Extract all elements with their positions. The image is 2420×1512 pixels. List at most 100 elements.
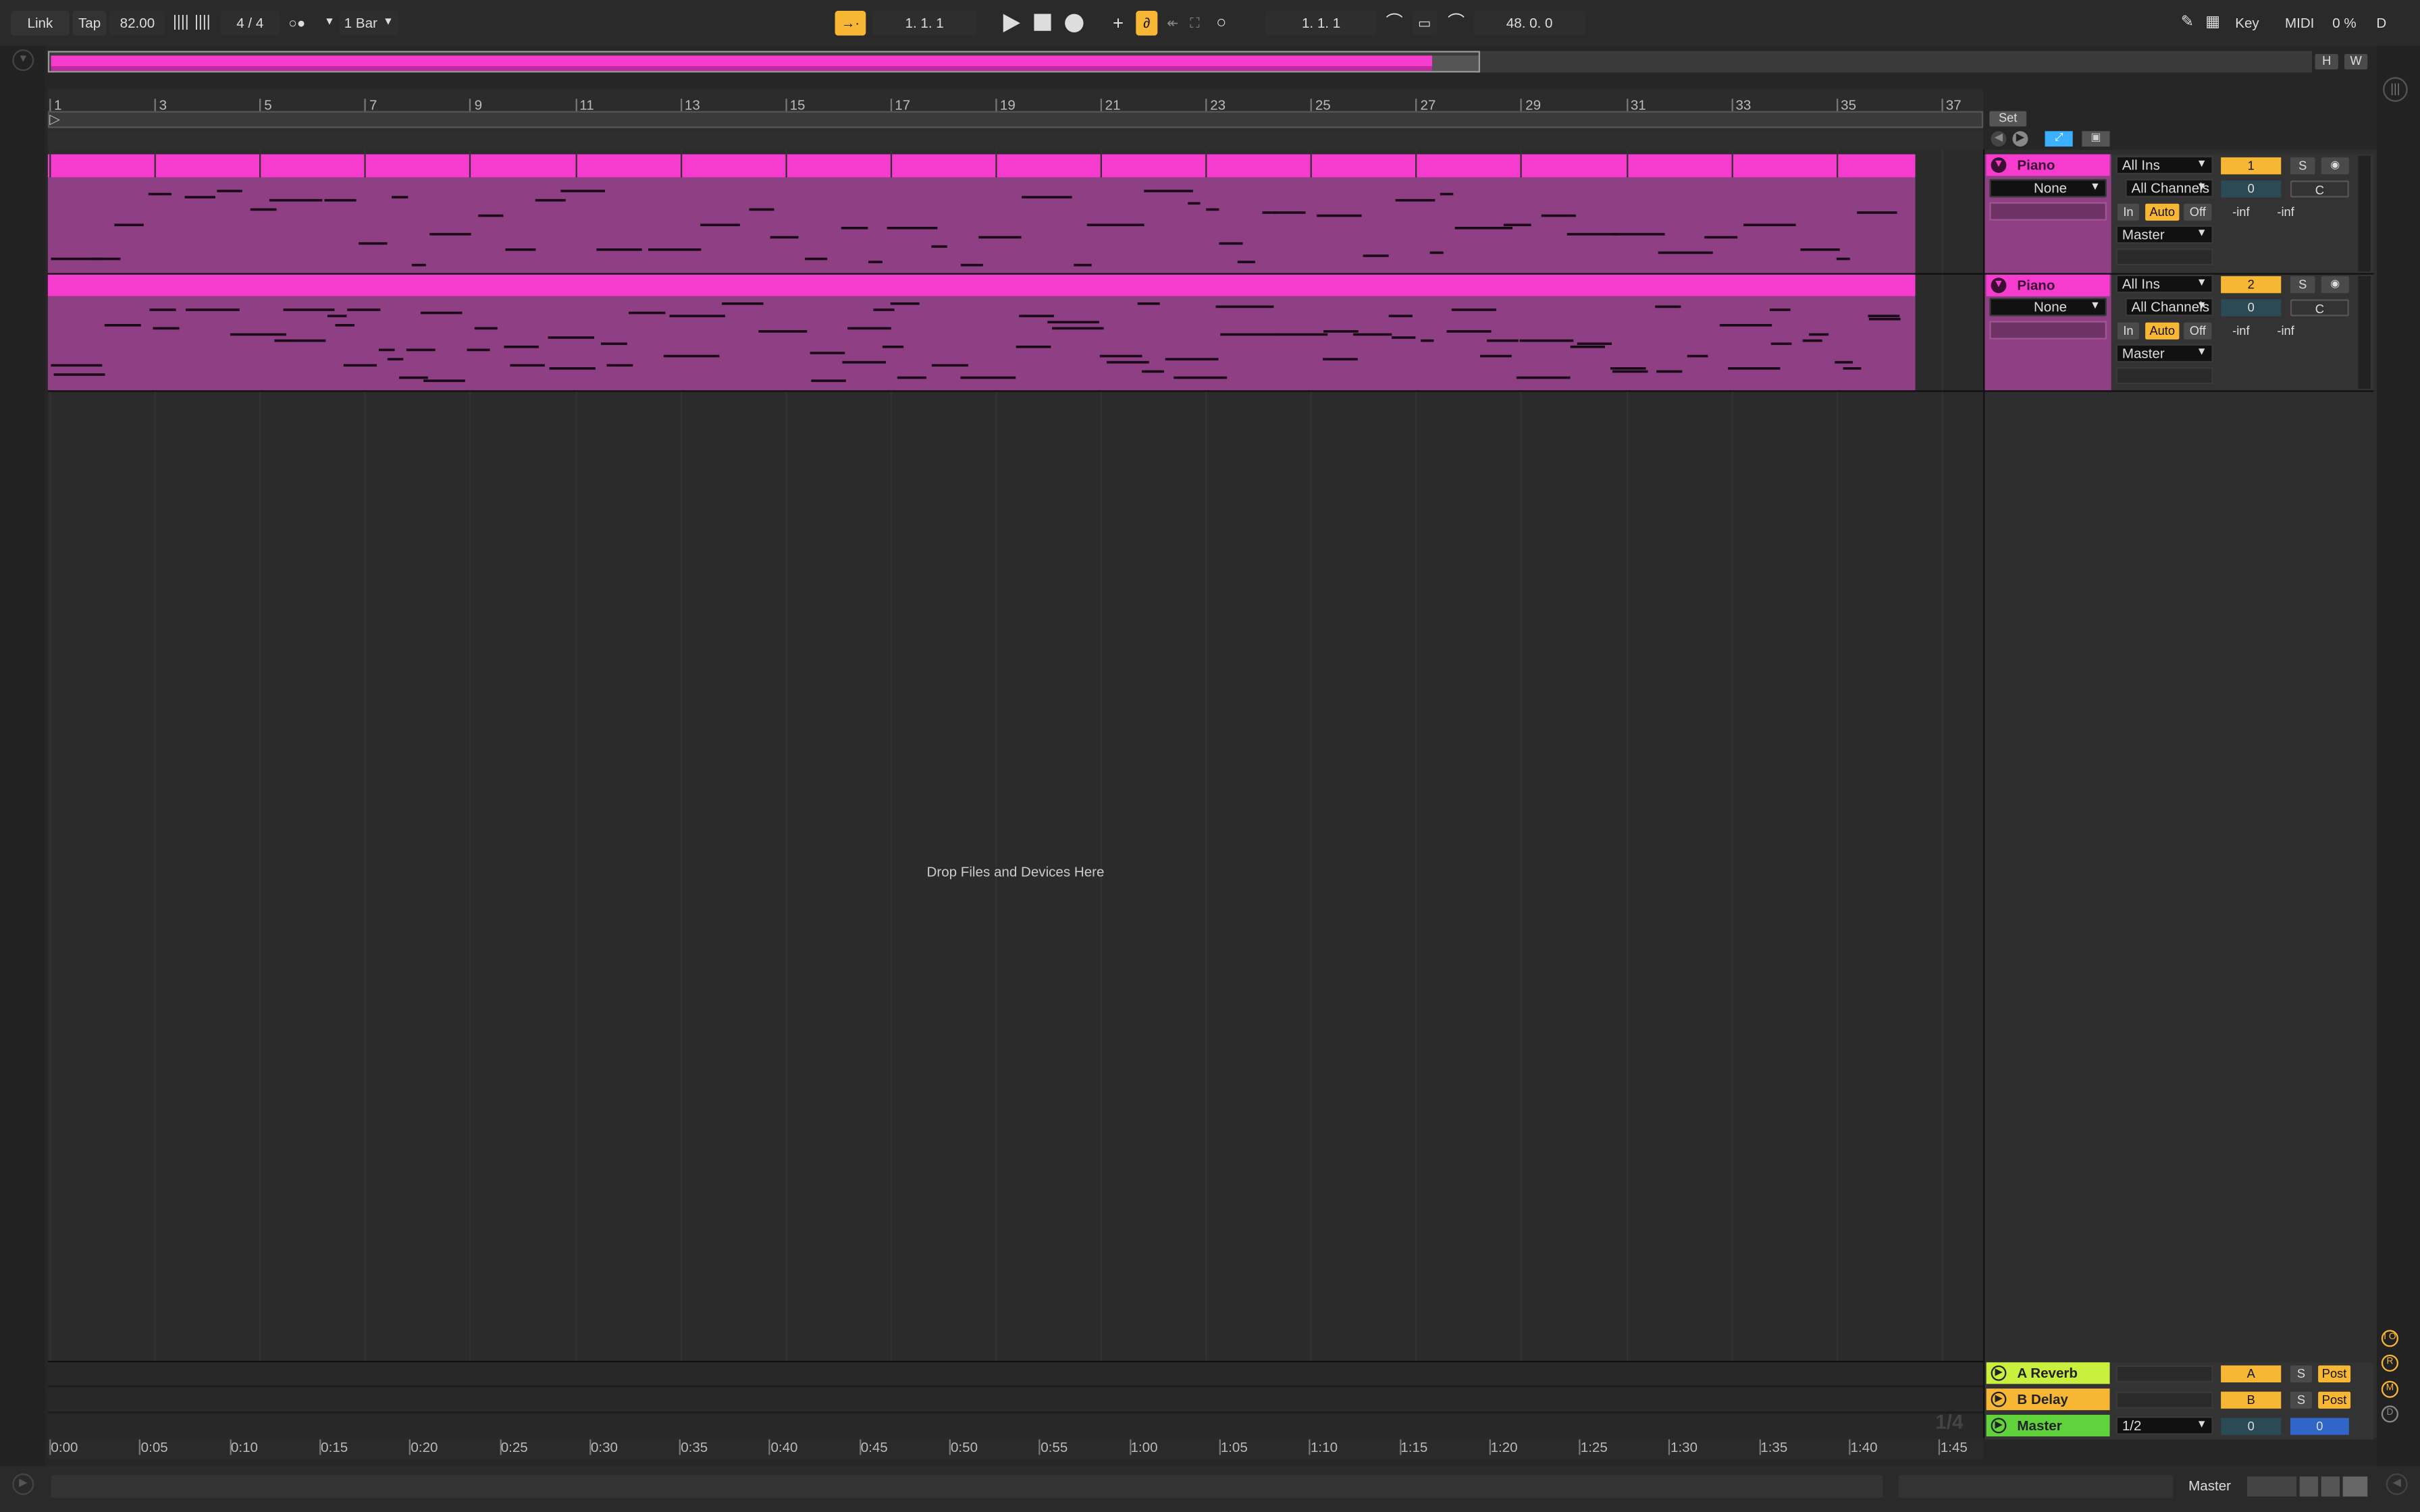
return-lane-a[interactable] [47, 1362, 1984, 1387]
automation-arm-icon[interactable]: ∂ [1136, 10, 1158, 36]
loop-length-field[interactable]: 48. 0. 0 [1473, 10, 1585, 36]
fold-icon[interactable]: ▶ [1991, 1365, 2007, 1381]
track-2-sub-field[interactable] [1989, 321, 2107, 340]
track-2-title-bar[interactable]: ▼ Piano [1986, 274, 2110, 296]
delay-toggle-button[interactable]: D [2381, 1405, 2398, 1423]
monitor-off-button[interactable]: Off [2184, 203, 2212, 221]
punch-in-icon[interactable]: ⌒ [1386, 11, 1403, 36]
clip-header[interactable] [47, 274, 1916, 296]
back-to-arrangement-icon[interactable]: ↞ [1167, 11, 1178, 36]
return-lane-b[interactable] [47, 1388, 1984, 1413]
link-button[interactable]: Link [10, 10, 70, 36]
time-signature-field[interactable]: 4 / 4 [220, 10, 280, 36]
post-button[interactable]: Post [2318, 1365, 2351, 1382]
return-a-output[interactable] [2115, 1365, 2213, 1382]
punch-out-icon[interactable]: ⌒ [1448, 11, 1465, 36]
monitor-in-button[interactable]: In [2117, 203, 2139, 221]
metronome-icon[interactable]: ○● [288, 11, 305, 36]
overdub-icon[interactable]: + [1113, 11, 1124, 36]
detail-view-icon[interactable]: ||| [2383, 77, 2408, 102]
return-b-activator[interactable]: B [2221, 1391, 2282, 1409]
track-1-input-channel[interactable]: All Channels ▼ [2125, 179, 2213, 198]
monitor-off-button[interactable]: Off [2184, 322, 2212, 340]
track-1-sub-field[interactable] [1989, 202, 2107, 221]
solo-button[interactable]: S [2290, 1391, 2312, 1409]
session-record-icon[interactable]: ○ [1216, 11, 1226, 36]
track-activator[interactable]: 1 [2221, 157, 2282, 175]
volume-field[interactable]: 0 [2221, 299, 2282, 317]
fold-icon[interactable]: ▶ [1991, 1391, 2007, 1407]
monitor-in-button[interactable]: In [2117, 322, 2139, 340]
master-pan[interactable]: 0 [2290, 1418, 2349, 1435]
record-icon[interactable] [1065, 14, 1084, 32]
post-button[interactable]: Post [2318, 1391, 2351, 1409]
track-1-title-bar[interactable]: ▼ Piano [1986, 154, 2110, 176]
capture-icon[interactable]: ⛶ [1190, 11, 1199, 36]
previous-locator-icon[interactable]: ◀ [1991, 131, 2007, 147]
master-title[interactable]: ▶ Master [1986, 1414, 2110, 1436]
return-b-title[interactable]: ▶ B Delay [1986, 1388, 2110, 1411]
device-thumb[interactable] [2321, 1476, 2340, 1497]
optimize-height-button[interactable]: H [2315, 53, 2338, 70]
arm-icon[interactable]: ◉ [2321, 157, 2349, 175]
stop-icon[interactable] [1034, 14, 1051, 31]
arm-icon[interactable]: ◉ [2321, 276, 2349, 294]
midi-clip[interactable] [47, 177, 1916, 273]
overview-viewport[interactable] [47, 51, 1480, 73]
monitor-auto-button[interactable]: Auto [2145, 203, 2180, 221]
solo-button[interactable]: S [2290, 1365, 2312, 1382]
metronome-menu-icon[interactable]: ▼ [324, 11, 335, 36]
fold-icon[interactable]: ▶ [1991, 1418, 2007, 1434]
track-1-output-channel[interactable] [2115, 248, 2213, 266]
set-locator-button[interactable]: Set [1989, 111, 2027, 127]
tap-button[interactable]: Tap [72, 10, 107, 36]
clip-header[interactable] [47, 154, 1916, 178]
follow-button[interactable]: →· [835, 10, 866, 36]
detail-toggle-icon[interactable]: ◀ [2386, 1473, 2408, 1495]
monitor-auto-button[interactable]: Auto [2145, 322, 2180, 340]
track-2-output[interactable]: Master ▼ [2115, 344, 2213, 363]
lock-icon[interactable]: ▣ [2082, 131, 2110, 147]
track-2-output-channel[interactable] [2115, 367, 2213, 385]
master-lane[interactable] [47, 1414, 1984, 1438]
return-a-title[interactable]: ▶ A Reverb [1986, 1362, 2110, 1384]
master-output[interactable]: 1/2 ▼ [2115, 1416, 2213, 1435]
device-thumb[interactable] [2342, 1476, 2368, 1497]
fold-icon[interactable]: ▼ [1991, 277, 2007, 294]
locator-lane[interactable] [47, 131, 1984, 150]
computer-keyboard-icon[interactable]: ▦ [2205, 11, 2220, 36]
pan-field[interactable]: C [2290, 180, 2349, 198]
optimize-width-button[interactable]: W [2344, 53, 2368, 70]
browser-toggle-icon[interactable]: ▼ [12, 49, 34, 72]
io-toggle-button[interactable]: I O [2381, 1330, 2398, 1347]
track-1-input-type[interactable]: All Ins ▼ [2115, 155, 2213, 175]
loop-brace[interactable] [47, 111, 1984, 128]
fold-icon[interactable]: ▼ [1991, 157, 2007, 173]
solo-button[interactable]: S [2290, 157, 2315, 175]
pan-field[interactable]: C [2290, 299, 2349, 317]
device-thumb[interactable] [2299, 1476, 2319, 1497]
tempo-field[interactable]: 82.00 [109, 10, 165, 36]
mixer-toggle-button[interactable]: M [2381, 1380, 2398, 1398]
midi-map-button[interactable]: MIDI [2278, 10, 2321, 36]
key-map-button[interactable]: Key [2228, 10, 2266, 36]
nudge-down-icon[interactable]: |||| [173, 11, 189, 36]
draw-mode-icon[interactable]: ✎ [2181, 11, 2194, 36]
volume-field[interactable]: 0 [2221, 180, 2282, 198]
track-1-output[interactable]: Master ▼ [2115, 225, 2213, 244]
position-field[interactable]: 1. 1. 1 [872, 10, 977, 36]
loop-switch-icon[interactable]: ▭ [1412, 10, 1437, 36]
master-volume[interactable]: 0 [2221, 1418, 2282, 1435]
midi-clip[interactable] [47, 296, 1916, 391]
track-1-none-menu[interactable]: None ▼ [1989, 179, 2107, 198]
device-thumb[interactable] [2246, 1476, 2297, 1497]
track-activator[interactable]: 2 [2221, 276, 2282, 294]
follow-icon[interactable]: ⤢ [2045, 131, 2073, 147]
return-a-activator[interactable]: A [2221, 1365, 2282, 1382]
return-b-output[interactable] [2115, 1391, 2213, 1409]
loop-start-field[interactable]: 1. 1. 1 [1265, 10, 1377, 36]
track-2-none-menu[interactable]: None ▼ [1989, 298, 2107, 317]
info-toggle-icon[interactable]: ▶ [12, 1473, 34, 1495]
play-icon[interactable] [1003, 14, 1020, 32]
nudge-up-icon[interactable]: |||| [194, 11, 211, 36]
